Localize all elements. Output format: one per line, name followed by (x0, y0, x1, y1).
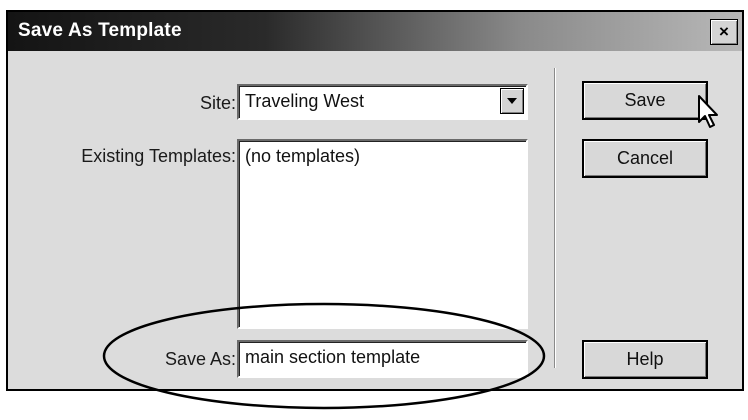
chevron-down-icon (507, 98, 517, 104)
dialog-title: Save As Template (18, 20, 182, 41)
site-dropdown-value: Traveling West (245, 91, 365, 111)
mouse-pointer-icon (698, 95, 718, 128)
vertical-separator (554, 68, 556, 368)
cancel-button[interactable]: Cancel (582, 139, 708, 178)
site-label: Site: (199, 93, 236, 113)
list-item[interactable]: (no templates) (245, 146, 360, 167)
title-bar[interactable]: Save As Template × (8, 12, 742, 51)
close-button[interactable]: × (710, 19, 738, 45)
highlight-ellipse (102, 302, 546, 410)
close-icon: × (719, 22, 729, 41)
dropdown-arrow-button[interactable] (500, 88, 524, 114)
save-button-label: Save (624, 90, 666, 110)
help-button-label: Help (626, 349, 664, 369)
cancel-button-label: Cancel (616, 148, 674, 168)
site-dropdown[interactable]: Traveling West (237, 84, 528, 120)
save-button[interactable]: Save (582, 81, 708, 120)
existing-templates-label: Existing Templates: (81, 146, 236, 166)
help-button[interactable]: Help (582, 340, 708, 379)
